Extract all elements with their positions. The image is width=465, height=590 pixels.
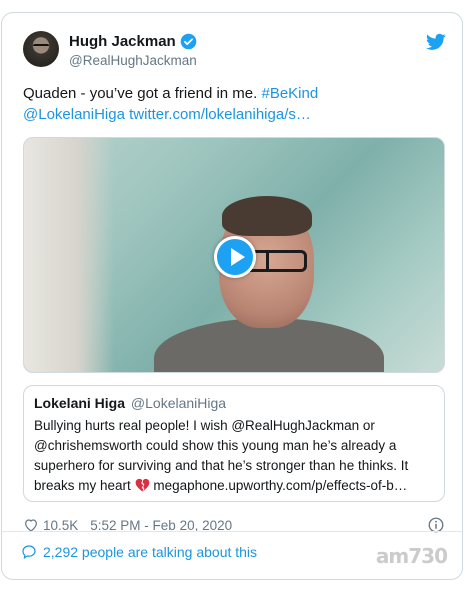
tweet-body: Quaden - you’ve got a friend in me. bbox=[23, 85, 258, 102]
broken-heart-emoji bbox=[135, 478, 149, 492]
quoted-tweet-header: Lokelani Higa @LokelaniHiga bbox=[34, 394, 434, 412]
author-handle[interactable]: @RealHughJackman bbox=[69, 53, 197, 68]
quoted-tweet[interactable]: Lokelani Higa @LokelaniHiga Bullying hur… bbox=[23, 385, 445, 502]
quoted-tweet-link: megaphone.upworthy.com/p/effects-of-b… bbox=[153, 478, 408, 493]
verified-badge-icon bbox=[180, 33, 196, 50]
quoted-author-handle: @LokelaniHiga bbox=[130, 395, 227, 411]
comment-bubble-icon bbox=[22, 545, 36, 559]
hashtag-link[interactable]: #BeKind bbox=[261, 85, 318, 102]
thumbnail-figure-hair bbox=[222, 196, 312, 236]
twitter-bird-icon[interactable] bbox=[426, 33, 446, 51]
quoted-tweet-text: Bullying hurts real people! I wish @Real… bbox=[34, 416, 434, 496]
watermark-logo: am730 bbox=[375, 544, 448, 568]
mention-link[interactable]: @LokelaniHiga bbox=[23, 106, 125, 123]
conversation-count[interactable]: 2,292 people are talking about this bbox=[43, 544, 257, 560]
conversation-link[interactable]: 2,292 people are talking about this bbox=[21, 544, 257, 560]
tweet-text: Quaden - you’ve got a friend in me. #BeK… bbox=[23, 83, 443, 125]
video-thumbnail[interactable] bbox=[23, 137, 445, 373]
author-name-row[interactable]: Hugh Jackman bbox=[69, 33, 197, 50]
tweet-header: Hugh Jackman @RealHughJackman bbox=[23, 31, 462, 71]
embedded-tweet-card: Hugh Jackman @RealHughJackman Quaden - y… bbox=[1, 12, 463, 580]
author-name[interactable]: Hugh Jackman bbox=[69, 33, 176, 50]
quoted-author-name: Lokelani Higa bbox=[34, 395, 126, 411]
card-divider bbox=[1, 531, 463, 532]
thumbnail-background bbox=[24, 138, 114, 372]
avatar[interactable] bbox=[23, 31, 59, 67]
url-link[interactable]: twitter.com/lokelanihiga/s… bbox=[129, 106, 311, 123]
play-icon[interactable] bbox=[214, 236, 256, 278]
